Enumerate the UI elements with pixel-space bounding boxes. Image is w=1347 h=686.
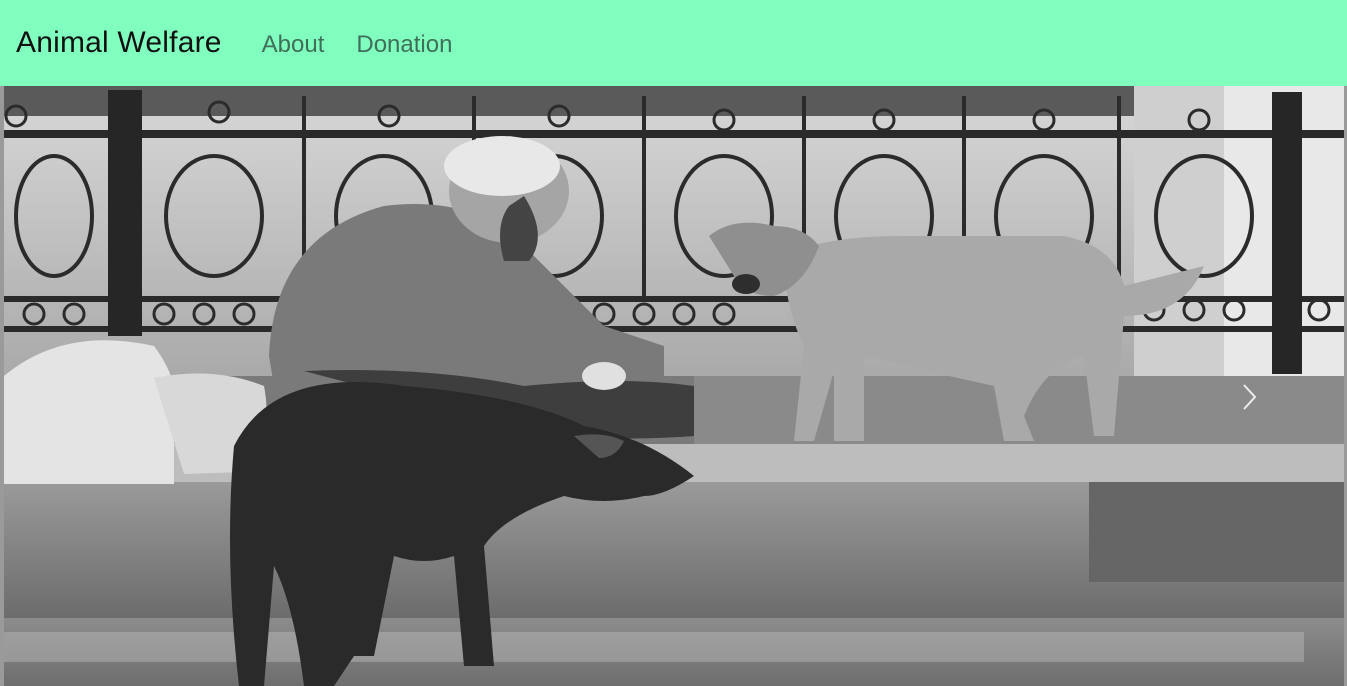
chevron-right-icon [1243,384,1257,410]
nav-link-about[interactable]: About [262,31,325,59]
brand-link[interactable]: Animal Welfare [16,26,222,60]
carousel-next-control[interactable] [1236,382,1262,412]
navbar: Animal Welfare About Donation [0,0,1347,86]
hero-carousel [0,86,1347,686]
hero-photo [4,86,1344,686]
nav-link-donation[interactable]: Donation [356,31,452,59]
